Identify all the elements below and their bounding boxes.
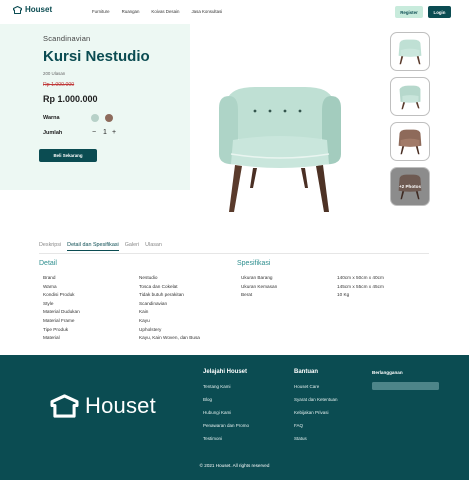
detail-label: Tipe Produk	[43, 326, 69, 332]
detail-value: Tosca dan Cokelat	[139, 283, 178, 289]
detail-value: Nestudio	[139, 275, 158, 280]
nav-link-furniture[interactable]: Furniture	[92, 9, 110, 14]
detail-value: Kain	[139, 309, 149, 315]
detail-label: Kondisi Produk	[43, 292, 75, 298]
footer-brand-name: Houset	[85, 393, 156, 418]
footer-link[interactable]: Testimoni	[203, 432, 249, 445]
quantity-increase-button[interactable]: +	[112, 129, 116, 136]
detail-values: Nestudio Tosca dan Cokelat Tidak butuh p…	[139, 274, 200, 343]
footer-col1-links: Tentang Kami Blog Hubungi Kami Penawaran…	[203, 380, 249, 445]
footer-link[interactable]: Tentang Kami	[203, 380, 249, 393]
quantity-label: Jumlah	[43, 130, 63, 136]
nav-links: Furniture Ruangan Koivas Desain Jasa Kon…	[92, 9, 222, 14]
more-photos-label: +2 Photos	[398, 184, 422, 189]
detail-label: Material	[43, 335, 60, 341]
spec-label: Ukuran Barang	[241, 275, 273, 280]
more-photos-thumbnail[interactable]: +2 Photos	[390, 167, 430, 206]
product-price: Rp 1.000.000	[43, 94, 98, 104]
subscribe-email-input[interactable]	[372, 382, 439, 390]
footer-link[interactable]: FAQ	[294, 419, 338, 432]
nav-link-ruangan[interactable]: Ruangan	[122, 9, 140, 14]
detail-labels: Brand Warna Kondisi Produk Style Materia…	[43, 274, 80, 343]
detail-label: Brand	[43, 275, 56, 280]
detail-value: Upholstery	[139, 326, 162, 332]
footer-link[interactable]: Blog	[203, 393, 249, 406]
spec-values: 140cm x 50cm x 40cm 145cm x 55cm x 45cm …	[337, 274, 384, 300]
tab-ulasan[interactable]: Ulasan	[145, 242, 162, 251]
color-swatch-tosca[interactable]	[91, 114, 99, 122]
brand-logo[interactable]: Houset	[13, 5, 52, 14]
detail-value: Tidak butuh perakitan	[139, 292, 184, 298]
spec-heading: Spesifikasi	[237, 260, 271, 267]
color-swatch-brown[interactable]	[105, 114, 113, 122]
product-review-count: 200 Ulasan	[43, 71, 66, 76]
quantity-value: 1	[103, 129, 107, 136]
product-tabs: Deskripsi Detail dan Spesifikasi Galeri …	[39, 242, 162, 251]
color-label: Warna	[43, 115, 60, 121]
detail-value: Kayu	[139, 317, 150, 323]
footer-link[interactable]: Syarat dan Ketentuan	[294, 393, 338, 406]
spec-label: Ukuran Kemasan	[241, 283, 278, 289]
product-thumbnail-1[interactable]	[390, 32, 430, 71]
login-button[interactable]: Login	[428, 6, 451, 18]
spec-value: 140cm x 50cm x 40cm	[337, 275, 384, 280]
detail-value: Scandinavian	[139, 300, 168, 306]
tab-detail-spesifikasi[interactable]: Detail dan Spesifikasi	[67, 242, 119, 251]
footer-link[interactable]: Status	[294, 432, 338, 445]
register-button[interactable]: Register	[395, 6, 423, 18]
copyright-text: © 2021 Houset. All rights reserved	[199, 463, 270, 468]
footer-col2-links: Houset Care Syarat dan Ketentuan Kebijak…	[294, 380, 338, 445]
product-title: Kursi Nestudio	[43, 48, 150, 65]
footer-col1-title: Jelajahi Houset	[203, 369, 248, 375]
spec-value: 10 Kg	[337, 292, 350, 298]
top-navbar: Houset Furniture Ruangan Koivas Desain J…	[0, 0, 469, 24]
detail-value: Kayu, Kain Woven, dan Busa	[139, 335, 200, 341]
footer-brand-logo[interactable]: Houset	[50, 393, 156, 419]
spec-label: Berat	[241, 292, 253, 298]
tab-galeri[interactable]: Galeri	[125, 242, 139, 251]
spec-labels: Ukuran Barang Ukuran Kemasan Berat	[241, 274, 277, 300]
tab-deskripsi[interactable]: Deskripsi	[39, 242, 61, 251]
footer-link[interactable]: Penawaran dan Promo	[203, 419, 249, 432]
footer-link[interactable]: Hubungi Kami	[203, 406, 249, 419]
detail-label: Style	[43, 300, 54, 306]
product-thumbnail-2[interactable]	[390, 77, 430, 116]
tabs-divider	[39, 253, 429, 254]
quantity-decrease-button[interactable]: −	[92, 129, 96, 136]
house-logo-icon	[50, 394, 79, 418]
detail-label: Warna	[43, 283, 57, 289]
product-category: Scandinavian	[43, 34, 91, 43]
product-main-image	[219, 87, 341, 212]
product-old-price: Rp 1.000.000	[43, 82, 75, 88]
nav-link-konsultasi[interactable]: Jasa Konsultasi	[191, 9, 222, 14]
nav-link-desain[interactable]: Koivas Desain	[151, 9, 179, 14]
subscribe-title: Berlangganan	[372, 370, 403, 375]
brand-name: Houset	[25, 5, 53, 14]
detail-label: Material Dudukan	[43, 309, 80, 315]
detail-label: Material Frame	[43, 317, 75, 323]
product-thumbnail-3[interactable]	[390, 122, 430, 161]
spec-value: 145cm x 55cm x 45cm	[337, 283, 384, 289]
footer-link[interactable]: Houset Care	[294, 380, 338, 393]
buy-now-button[interactable]: Beli Sekarang	[39, 149, 97, 162]
detail-heading: Detail	[39, 260, 57, 267]
house-logo-icon	[13, 5, 22, 14]
footer-col2-title: Bantuan	[294, 369, 318, 375]
footer-link[interactable]: Kebijakan Privasi	[294, 406, 338, 419]
